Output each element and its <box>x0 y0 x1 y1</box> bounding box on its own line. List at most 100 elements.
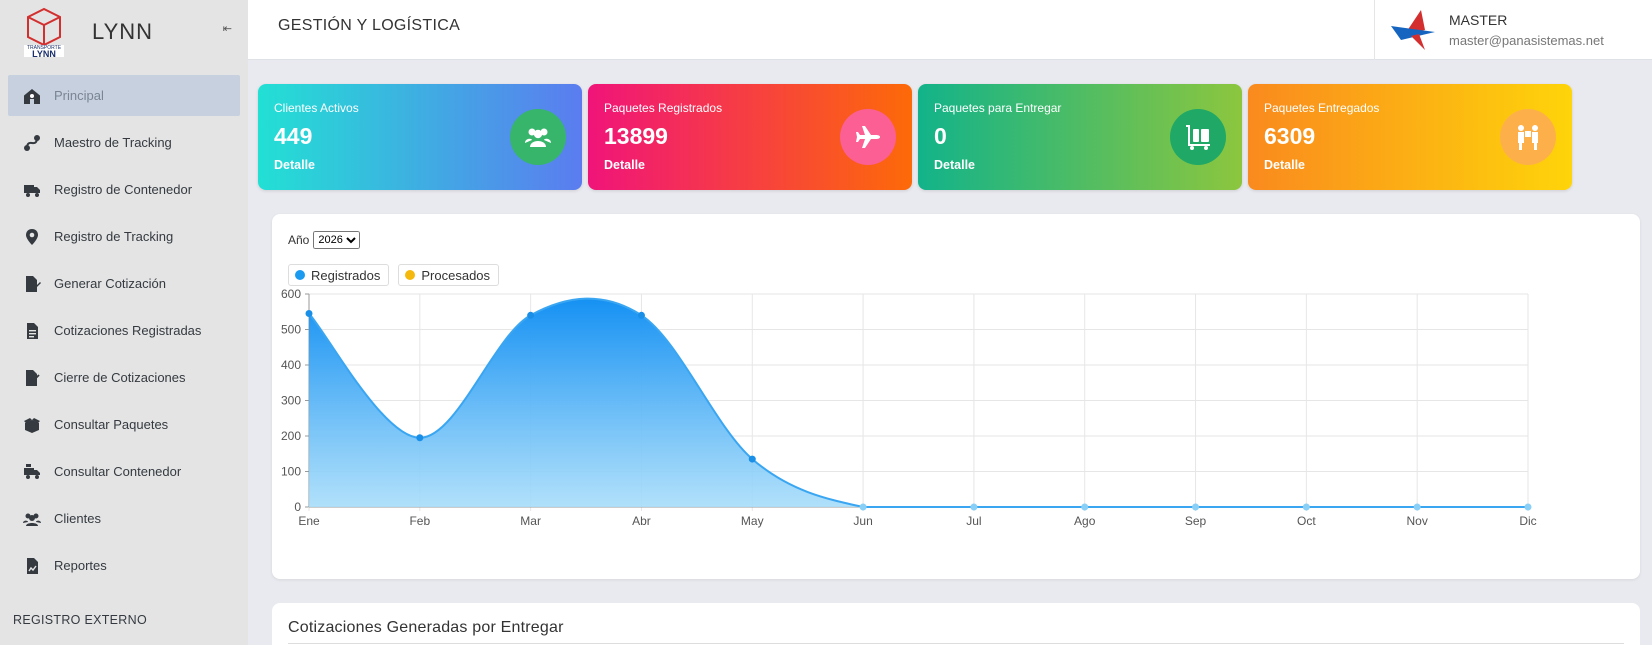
file-chart-icon <box>22 556 42 576</box>
stat-card-label: Paquetes Entregados <box>1264 101 1380 115</box>
legend-item[interactable]: Registrados <box>288 264 390 286</box>
stat-card-value: 449 <box>274 123 313 149</box>
data-point[interactable] <box>637 311 645 319</box>
y-tick-label: 600 <box>281 287 301 301</box>
stat-card-label: Clientes Activos <box>274 101 359 115</box>
sidebar-item-reportes[interactable]: Reportes <box>8 545 240 586</box>
sidebar-item-label: Clientes <box>54 511 101 526</box>
sidebar-item-label: Principal <box>54 88 104 103</box>
year-select[interactable]: 2026 <box>313 231 361 249</box>
data-point[interactable] <box>1192 503 1200 511</box>
stat-card-value: 6309 <box>1264 123 1316 149</box>
y-tick-label: 400 <box>281 358 301 372</box>
y-tick-label: 200 <box>281 429 301 443</box>
user-name: MASTER <box>1449 12 1508 28</box>
data-point[interactable] <box>1081 503 1089 511</box>
truck-loading-icon <box>22 462 42 482</box>
sidebar-item-consultar-paquetes[interactable]: Consultar Paquetes <box>8 404 240 445</box>
legend-label: Registrados <box>311 267 381 283</box>
data-point[interactable] <box>1524 503 1532 511</box>
stat-card-value: 13899 <box>604 123 668 149</box>
quotes-panel: Cotizaciones Generadas por Entregar <box>272 603 1640 645</box>
y-tick-label: 0 <box>294 500 301 514</box>
year-filter-label: Año <box>288 233 310 247</box>
people-carry-icon <box>1500 109 1556 165</box>
stat-card: Paquetes para Entregar 0 Detalle <box>918 84 1242 190</box>
sidebar-item-principal[interactable]: Principal <box>8 75 240 116</box>
stat-card: Clientes Activos 449 Detalle <box>258 84 582 190</box>
sidebar-item-clientes[interactable]: Clientes <box>8 498 240 539</box>
data-point[interactable] <box>859 503 867 511</box>
chart-legend: Registrados Procesados <box>288 264 508 286</box>
sidebar-nav: Principal Maestro de Tracking Registro de … <box>0 75 248 586</box>
legend-swatch <box>295 270 305 280</box>
luggage-cart-icon <box>1170 109 1226 165</box>
x-tick-label: Dic <box>1519 514 1536 528</box>
company-star-logo <box>1391 10 1435 50</box>
sidebar-item-label: Registro de Tracking <box>54 229 174 244</box>
box-open-icon <box>22 415 42 435</box>
sidebar-item-cotizaciones-registradas[interactable]: Cotizaciones Registradas <box>8 310 240 351</box>
data-point[interactable] <box>970 503 978 511</box>
x-tick-label: Abr <box>632 514 651 528</box>
legend-swatch <box>405 270 416 280</box>
data-point[interactable] <box>416 434 424 442</box>
page-title: GESTIÓN Y LOGÍSTICA <box>278 17 461 34</box>
year-filter: Año 2026 <box>288 231 361 249</box>
sidebar-item-label: Maestro de Tracking <box>54 135 172 150</box>
x-tick-label: Jun <box>853 514 872 528</box>
brand-name: LYNN <box>92 19 154 44</box>
data-point[interactable] <box>1413 503 1421 511</box>
stat-card: Paquetes Registrados 13899 Detalle <box>588 84 912 190</box>
x-tick-label: Ago <box>1074 514 1096 528</box>
sidebar-item-label: Reportes <box>54 558 107 573</box>
data-point[interactable] <box>527 311 535 319</box>
sidebar-item-consultar-contenedor[interactable]: Consultar Contenedor <box>8 451 240 492</box>
x-tick-label: Nov <box>1407 514 1428 528</box>
top-header: GESTIÓN Y LOGÍSTICA MASTER master@panasi… <box>248 0 1652 60</box>
sidebar-item-registro-de-contenedor[interactable]: Registro de Contenedor <box>8 169 240 210</box>
section-label-registro-externo: REGISTRO EXTERNO <box>13 613 147 627</box>
stat-card-detail-link[interactable]: Detalle <box>274 158 315 172</box>
sidebar-item-cierre-de-cotizaciones[interactable]: Cierre de Cotizaciones <box>8 357 240 398</box>
chart-panel: 0 100 200 300 400 500 600 Ene Feb Mar Abr May Jun Jul… <box>272 214 1640 579</box>
legend-label: Procesados <box>421 267 491 283</box>
data-point[interactable] <box>1302 503 1310 511</box>
stat-card-detail-link[interactable]: Detalle <box>934 158 975 172</box>
stat-card-detail-link[interactable]: Detalle <box>1264 158 1305 172</box>
stat-card-detail-link[interactable]: Detalle <box>604 158 645 172</box>
file-signature-icon <box>22 274 42 294</box>
collapse-sidebar-icon[interactable]: ⇤ <box>223 22 232 35</box>
stat-card-label: Paquetes Registrados <box>604 101 723 115</box>
user-menu[interactable]: MASTER master@panasistemas.net <box>1374 0 1652 60</box>
x-tick-label: Ene <box>298 514 320 528</box>
stat-card-value: 0 <box>934 123 947 149</box>
x-tick-label: Oct <box>1297 514 1316 528</box>
sidebar-item-label: Consultar Paquetes <box>54 417 169 432</box>
x-tick-label: Mar <box>520 514 541 528</box>
sidebar-item-label: Generar Cotización <box>54 276 166 291</box>
stat-card-label: Paquetes para Entregar <box>934 101 1062 115</box>
svg-text:LYNN: LYNN <box>32 49 56 57</box>
x-tick-label: Feb <box>409 514 430 528</box>
file-alt-icon <box>22 321 42 341</box>
legend-item[interactable]: Procesados <box>398 264 500 286</box>
brand-logo[interactable]: TRANSPORTE LYNN <box>22 7 66 59</box>
brand: TRANSPORTE LYNN LYNN ⇤ <box>0 0 248 64</box>
user-email: master@panasistemas.net <box>1449 33 1604 48</box>
home-icon <box>22 86 42 106</box>
data-point[interactable] <box>305 310 313 318</box>
users-icon <box>22 509 42 529</box>
sidebar-item-generar-cotizacion[interactable]: Generar Cotización <box>8 263 240 304</box>
plane-icon <box>840 109 896 165</box>
sidebar-item-maestro-de-tracking[interactable]: Maestro de Tracking <box>8 122 240 163</box>
sidebar-item-registro-de-tracking[interactable]: Registro de Tracking <box>8 216 240 257</box>
y-tick-label: 500 <box>281 323 301 337</box>
sidebar-item-label: Cotizaciones Registradas <box>54 323 202 338</box>
y-tick-label: 300 <box>281 394 301 408</box>
route-icon <box>22 133 42 153</box>
data-point[interactable] <box>748 455 756 463</box>
x-tick-label: May <box>741 514 764 528</box>
sidebar-item-label: Consultar Contenedor <box>54 464 182 479</box>
truck-icon <box>22 180 42 200</box>
